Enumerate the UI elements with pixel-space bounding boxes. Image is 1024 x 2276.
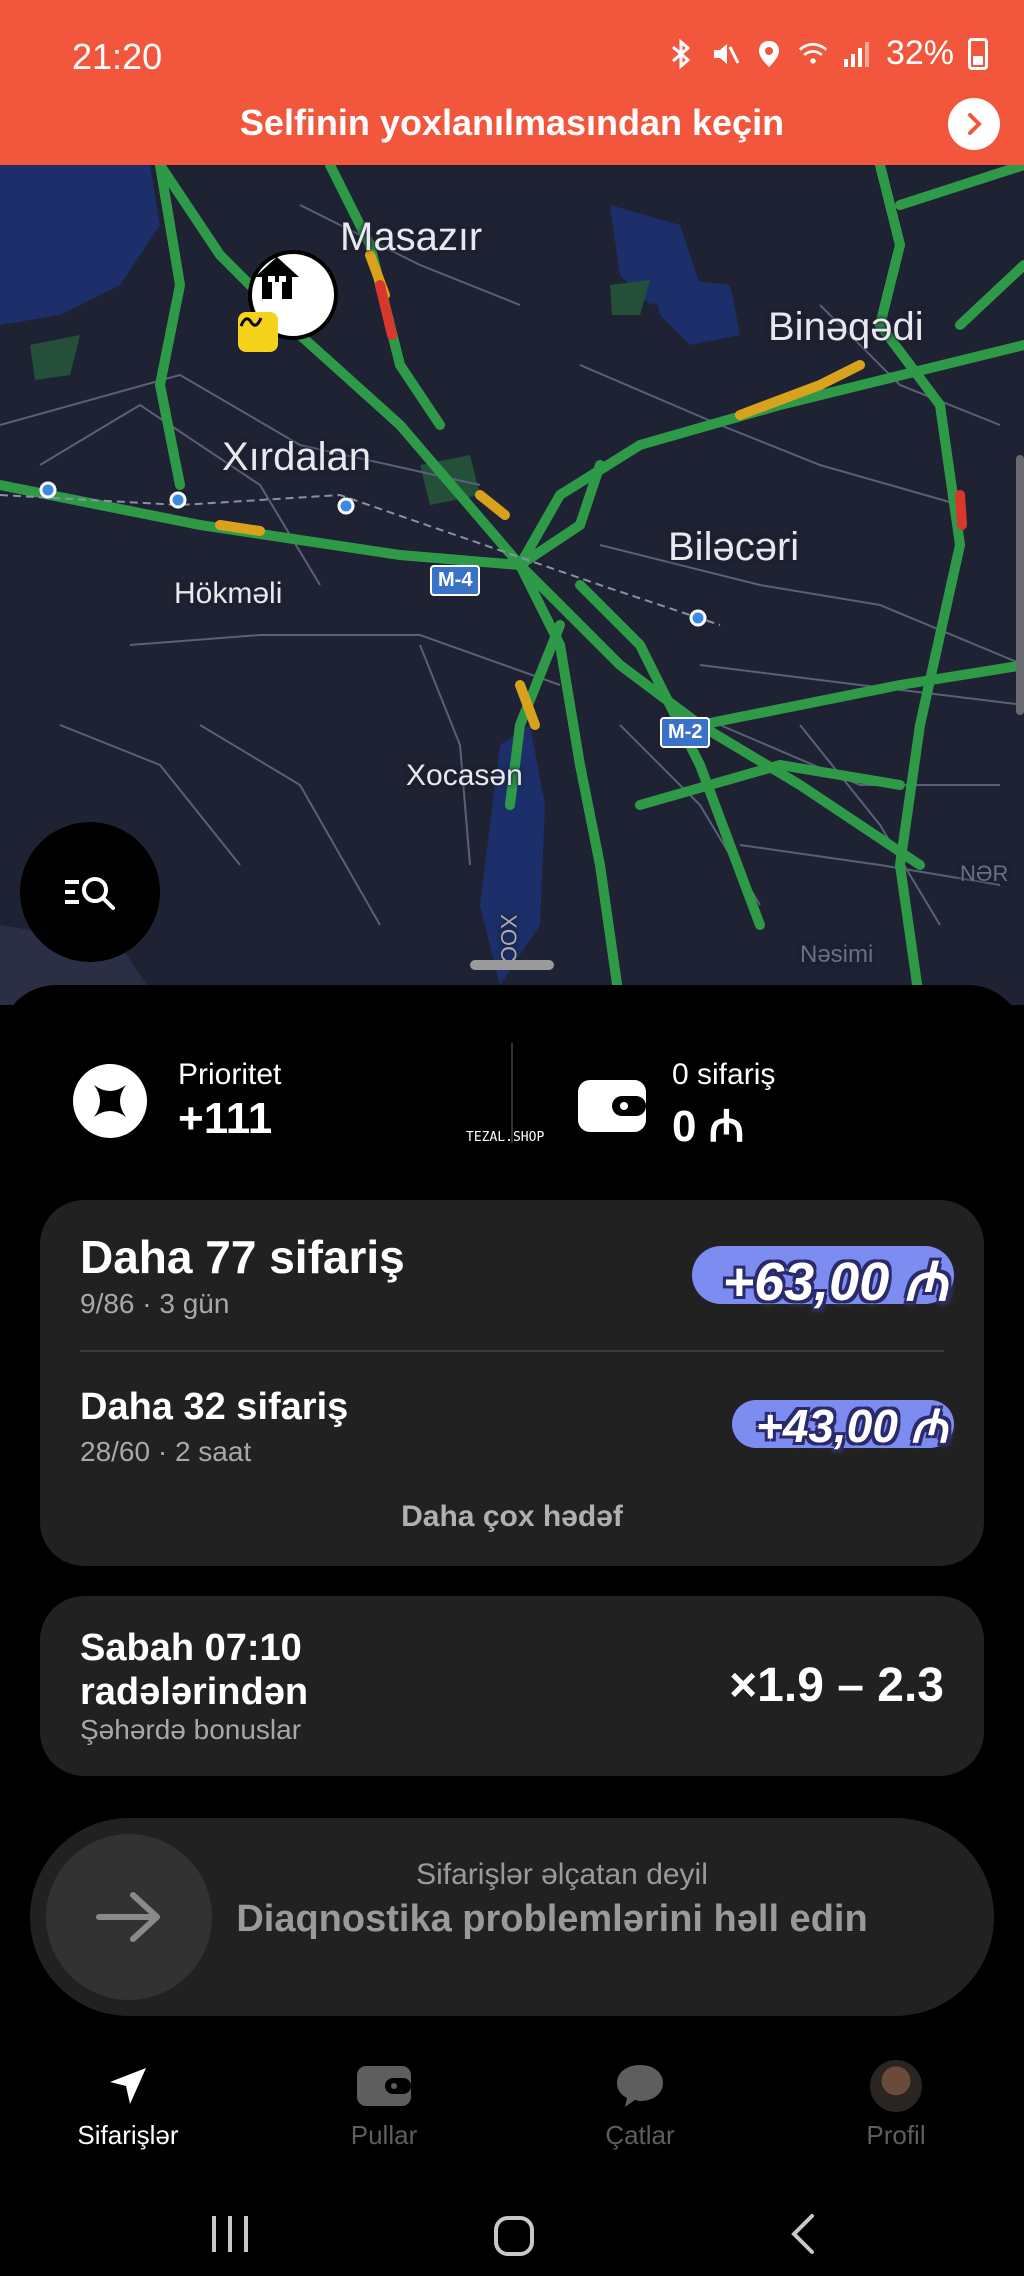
surge-multiplier: ×1.9 – 2.3 — [729, 1659, 944, 1712]
priority-value: +111 — [178, 1094, 273, 1143]
map-label-nesimi: Nəsimi — [800, 941, 874, 968]
orders-label: 0 sifariş — [672, 1058, 776, 1091]
sheet-drag-handle[interactable] — [470, 960, 554, 970]
wallet-icon — [578, 1080, 646, 1132]
wallet-nav-icon — [354, 2058, 414, 2114]
diagnostics-slider[interactable]: Sifarişlər əlçatan deyil Diaqnostika pro… — [30, 1818, 994, 2016]
priority-label: Prioritet — [178, 1058, 282, 1091]
map-label-xoc: XOC — [495, 914, 521, 962]
driver-location-icon — [238, 312, 278, 352]
mute-icon — [710, 39, 740, 69]
orders-value: 0 ₼ — [672, 1102, 745, 1151]
nav-profile[interactable]: Profil — [768, 2040, 1024, 2160]
wifi-icon — [798, 39, 828, 69]
location-icon — [754, 39, 784, 69]
map-search-button[interactable] — [20, 822, 160, 962]
map-label-xocasen: Xocasən — [406, 759, 523, 792]
status-time: 21:20 — [72, 36, 163, 77]
nav-profile-label: Profil — [866, 2120, 926, 2150]
map-label-bilecari: Biləcəri — [668, 525, 800, 569]
slider-title: Diaqnostika problemlərini həll edin — [236, 1898, 868, 1940]
slider-subtitle: Sifarişlər əlçatan deyil — [416, 1858, 708, 1891]
stats-divider — [511, 1043, 513, 1143]
road-badge-m4: M-4 — [430, 565, 481, 596]
priority-stat[interactable]: Prioritet +111 — [72, 1058, 281, 1144]
surge-title-line1: Sabah 07:10 — [80, 1627, 302, 1669]
home-button-icon[interactable] — [494, 2216, 534, 2256]
goal2-subtitle: 28/60 · 2 saat — [80, 1436, 252, 1467]
back-icon[interactable] — [791, 2214, 814, 2254]
surge-title: Sabah 07:10 radələrindən — [80, 1626, 308, 1714]
surge-card[interactable]: Sabah 07:10 radələrindən Şəhərdə bonusla… — [40, 1596, 984, 1776]
battery-percent: 32% — [885, 34, 954, 72]
signal-icon — [842, 39, 872, 69]
nav-chats[interactable]: Çatlar — [512, 2040, 768, 2160]
list-search-icon — [65, 877, 115, 910]
bluetooth-icon — [666, 38, 696, 69]
nav-chats-label: Çatlar — [605, 2120, 675, 2150]
selfie-check-banner[interactable]: Selfinin yoxlanılmasından keçin — [0, 102, 1024, 144]
bottom-nav: Sifarişlər Pullar Çatlar Profil — [0, 2040, 1024, 2160]
road-badge-m2: M-2 — [660, 717, 711, 748]
goals-separator — [80, 1350, 944, 1352]
avatar — [866, 2058, 926, 2114]
map-label-masazir: Masazır — [340, 215, 483, 259]
orders-stat[interactable]: 0 sifariş 0 ₼ — [578, 1058, 775, 1154]
goal2-title: Daha 32 sifariş — [80, 1386, 349, 1428]
nav-money-label: Pullar — [350, 2120, 418, 2150]
goal1-title: Daha 77 sifariş — [80, 1231, 405, 1283]
slider-knob[interactable] — [46, 1834, 212, 2000]
status-icons: 32% — [666, 34, 988, 73]
surge-subtitle: Şəhərdə bonuslar — [80, 1714, 302, 1745]
nav-money[interactable]: Pullar — [256, 2040, 512, 2160]
chevron-right-icon[interactable] — [948, 98, 1000, 150]
surge-title-line2: radələrindən — [80, 1671, 309, 1713]
nav-orders-label: Sifarişlər — [77, 2120, 179, 2150]
priority-icon — [73, 1064, 147, 1138]
goal1-subtitle: 9/86 · 3 gün — [80, 1288, 230, 1319]
goal1-bonus: +63,00 ₼ — [722, 1252, 948, 1312]
more-goals-link[interactable]: Daha çox hədəf — [40, 1500, 984, 1534]
map-label-bineqedi: Binəqədi — [768, 305, 924, 349]
map-label-ner: NƏR — [960, 861, 1009, 886]
top-banner-area: 21:20 32% Selfinin yoxlanılmasından keçi… — [0, 0, 1024, 165]
navigation-arrow-icon — [98, 2058, 158, 2114]
goal2-bonus: +43,00 ₼ — [755, 1400, 948, 1452]
battery-icon — [968, 37, 988, 70]
goals-card[interactable]: Daha 77 sifariş 9/86 · 3 gün +63,00 ₼ Da… — [40, 1200, 984, 1566]
map-label-xirdalan: Xırdalan — [222, 435, 371, 479]
map-label-hokmeli: Hökməli — [174, 577, 283, 610]
recent-apps-icon[interactable] — [212, 2216, 248, 2252]
chat-bubble-icon — [610, 2058, 670, 2114]
arrow-right-icon — [96, 1892, 160, 1942]
nav-orders[interactable]: Sifarişlər — [0, 2040, 256, 2160]
watermark: TEZAL.SHOP — [466, 1130, 545, 1145]
system-nav-bar — [0, 2180, 1024, 2276]
